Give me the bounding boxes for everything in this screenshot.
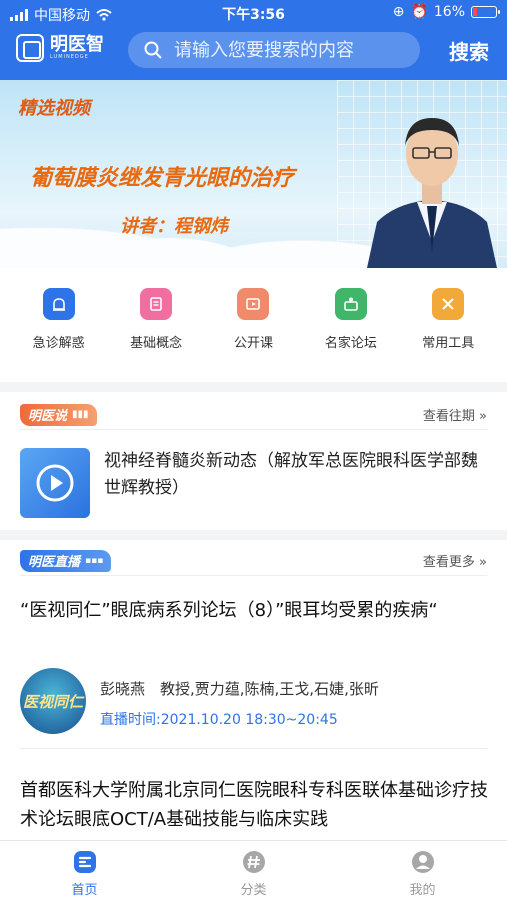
section-gap: [0, 382, 507, 392]
live-title[interactable]: “医视同仁”眼底病系列论坛（8）”眼耳均受累的疾病“: [20, 596, 490, 625]
profile-icon: [411, 851, 434, 873]
status-bar: 中国移动 下午3:56 ⊕ ⏰ 16%: [0, 0, 507, 26]
view-more-link[interactable]: 查看更多 »: [423, 551, 487, 570]
quick-nav-basics[interactable]: 基础概念: [111, 288, 201, 372]
speaker-portrait: [367, 118, 497, 268]
article-title[interactable]: 首都医科大学附属北京同仁医院眼科专科医联体基础诊疗技术论坛眼底OCT/A基础技能…: [20, 776, 490, 834]
category-icon: [242, 851, 265, 873]
banner-title: 葡萄膜炎继发青光眼的治疗: [30, 166, 295, 191]
alarm-icon: ⏰: [410, 4, 428, 20]
quick-nav: 急诊解惑 基础概念 公开课 名家论坛 常用工具: [0, 268, 507, 372]
live-badge: 明医直播 ▪▪▪: [20, 549, 112, 572]
emergency-icon: [42, 288, 75, 320]
tab-category[interactable]: 分类: [194, 841, 314, 900]
tools-icon: [432, 288, 465, 320]
video-title: 视神经脊髓炎新动态（解放军总医院眼科医学部魏世辉教授）: [104, 451, 478, 498]
quick-nav-forum[interactable]: 名家论坛: [306, 288, 396, 372]
live-item[interactable]: 医视同仁 彭晓燕 教授,贾力蕴,陈楠,王戈,石婕,张昕 直播时间:2021.10…: [20, 668, 490, 734]
video-list-item[interactable]: 视神经脊髓炎新动态（解放军总医院眼科医学部魏世辉教授）: [20, 448, 490, 520]
quick-nav-label: 名家论坛: [324, 336, 377, 351]
mingyishuo-badge-label: 明医说: [28, 409, 68, 424]
book-icon: [140, 288, 173, 320]
live-thumbnail: 医视同仁: [20, 668, 86, 734]
forum-icon: [334, 288, 367, 320]
battery-percent: 16%: [433, 4, 465, 20]
tab-label: 首页: [71, 883, 98, 898]
live-thumb-text: 医视同仁: [22, 692, 83, 711]
quick-nav-label: 基础概念: [130, 336, 183, 351]
search-icon: [144, 41, 162, 59]
logo-text: 明医智: [50, 34, 104, 55]
logo-mark-icon: [16, 34, 44, 62]
banner-speaker: 讲者：程钢炜: [120, 216, 228, 237]
battery-icon: [471, 6, 500, 18]
top-header: 中国移动 下午3:56 ⊕ ⏰ 16% 明医智 LUMINEDGE 搜索: [0, 0, 507, 80]
quick-nav-emergency[interactable]: 急诊解惑: [14, 288, 104, 372]
section-gap: [0, 530, 507, 540]
mingyishuo-badge: 明医说 ▮▮▮: [20, 403, 97, 426]
mingyishuo-header: 明医说 ▮▮▮ 查看往期 »: [20, 400, 487, 430]
featured-video-banner[interactable]: 精选视频 葡萄膜炎继发青光眼的治疗 讲者：程钢炜: [0, 80, 507, 268]
video-thumbnail: [20, 448, 90, 518]
view-past-link[interactable]: 查看往期 »: [423, 405, 487, 424]
logo-subtext: LUMINEDGE: [50, 54, 89, 60]
app-logo: 明医智 LUMINEDGE: [16, 34, 104, 62]
live-badge-label: 明医直播: [28, 555, 81, 570]
live-hosts: 彭晓燕 教授,贾力蕴,陈楠,王戈,石婕,张昕: [100, 680, 379, 698]
live-time: 直播时间:2021.10.20 18:30~20:45: [100, 712, 338, 728]
quick-nav-open-class[interactable]: 公开课: [208, 288, 298, 372]
live-grid-icon: ▪▪▪: [85, 555, 104, 566]
search-input[interactable]: [174, 39, 404, 61]
quick-nav-label: 常用工具: [422, 336, 475, 351]
search-bar[interactable]: [128, 32, 420, 68]
live-header: 明医直播 ▪▪▪ 查看更多 »: [20, 546, 487, 576]
audio-bars-icon: ▮▮▮: [72, 409, 89, 420]
quick-nav-label: 急诊解惑: [32, 336, 85, 351]
rotation-lock-icon: ⊕: [392, 4, 405, 20]
search-button[interactable]: 搜索: [449, 36, 489, 65]
quick-nav-label: 公开课: [233, 336, 273, 351]
play-circle-icon: [36, 464, 74, 502]
tab-profile[interactable]: 我的: [363, 841, 483, 900]
quick-nav-tools[interactable]: 常用工具: [403, 288, 493, 372]
home-icon: [73, 851, 96, 873]
bottom-tab-bar: 首页 分类 我的: [0, 840, 507, 900]
tab-label: 我的: [409, 883, 436, 898]
divider: [20, 748, 487, 749]
tab-home[interactable]: 首页: [25, 841, 145, 900]
tab-label: 分类: [240, 883, 267, 898]
banner-tag: 精选视频: [18, 98, 90, 119]
play-icon: [237, 288, 270, 320]
